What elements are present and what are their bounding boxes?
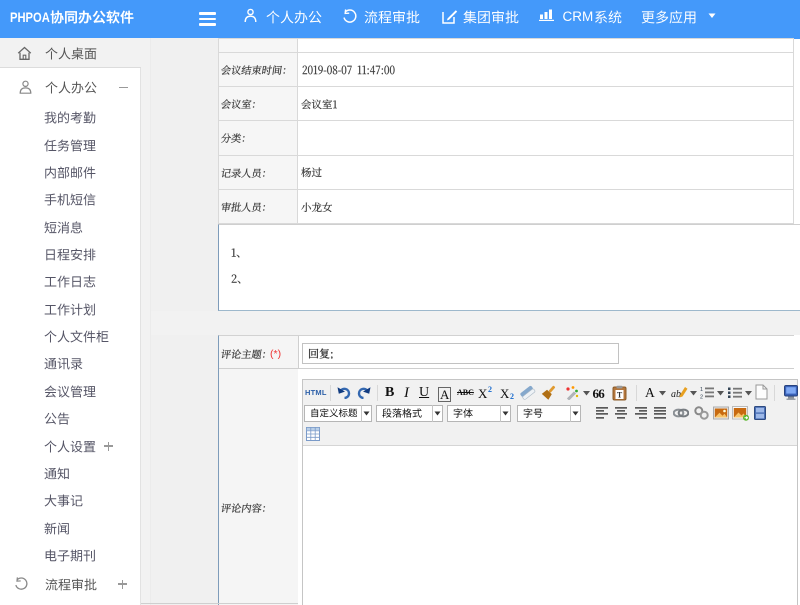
- svg-text:1: 1: [700, 387, 703, 393]
- svg-text:T: T: [617, 391, 623, 400]
- svg-text:2: 2: [700, 395, 703, 400]
- svg-text:ab: ab: [671, 389, 681, 400]
